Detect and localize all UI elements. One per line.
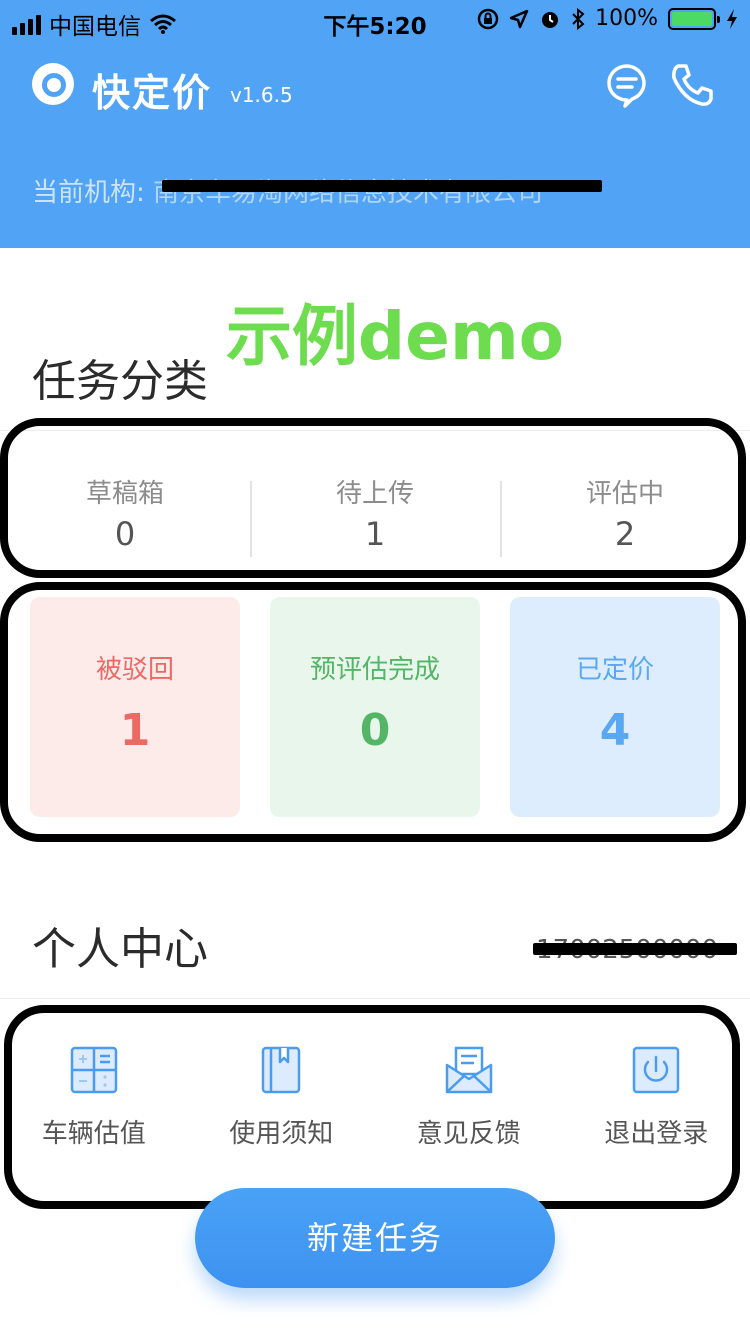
section-title-tasks: 任务分类 — [32, 356, 208, 407]
app-logo-icon — [32, 63, 74, 105]
power-icon — [633, 1046, 680, 1094]
card-value: 4 — [599, 705, 631, 756]
screen: 中国电信 下午5:20 100% 快定价 v1.6.5 当前机构: 南京车易淘网… — [0, 0, 750, 1334]
new-task-button[interactable]: 新建任务 — [195, 1188, 555, 1288]
calculator-icon — [70, 1046, 117, 1094]
menu-label: 使用须知 — [229, 1119, 334, 1149]
message-icon — [607, 64, 646, 108]
bluetooth-icon — [572, 7, 585, 30]
section-title-personal: 个人中心 — [32, 924, 208, 975]
phone-icon — [672, 64, 713, 106]
envelope-icon — [445, 1046, 492, 1094]
book-icon — [262, 1046, 301, 1094]
count-label: 评估中 — [585, 479, 664, 509]
org-redaction-bar — [162, 180, 602, 192]
personal-menu: 车辆估值 使用须知 意见反馈 退出登录 — [0, 1045, 750, 1165]
location-icon — [509, 9, 529, 28]
phone-redaction-bar — [533, 943, 737, 955]
app-bar: 快定价 v1.6.5 — [0, 50, 750, 130]
rotation-lock-icon — [477, 8, 499, 29]
count-pending-upload[interactable]: 待上传 1 — [250, 475, 500, 561]
card-value: 1 — [119, 705, 151, 756]
count-label: 待上传 — [335, 479, 414, 509]
card-value: 0 — [359, 705, 391, 756]
count-drafts[interactable]: 草稿箱 0 — [0, 475, 250, 561]
alarm-icon — [542, 11, 559, 28]
task-counts: 草稿箱 0 待上传 1 评估中 2 — [0, 475, 750, 561]
app-version: v1.6.5 — [230, 83, 293, 107]
app-title: 快定价 — [92, 71, 213, 115]
card-label: 被驳回 — [95, 655, 174, 685]
task-cards: 被驳回 1 预评估完成 0 已定价 4 — [30, 597, 720, 817]
menu-logout[interactable]: 退出登录 — [563, 1045, 750, 1165]
menu-usage-notes[interactable]: 使用须知 — [188, 1045, 376, 1165]
card-pre-evaluated[interactable]: 预评估完成 0 — [270, 597, 480, 817]
divider — [0, 998, 750, 999]
count-value: 1 — [364, 515, 386, 553]
menu-vehicle-valuation[interactable]: 车辆估值 — [0, 1045, 188, 1165]
battery-icon — [668, 7, 720, 30]
phone-button[interactable] — [669, 62, 715, 108]
count-value: 2 — [614, 515, 636, 553]
card-label: 已定价 — [575, 655, 654, 685]
org-label: 当前机构: — [32, 178, 145, 208]
menu-label: 车辆估值 — [41, 1119, 146, 1149]
charging-icon — [727, 8, 737, 29]
count-value: 0 — [114, 515, 136, 553]
menu-label: 意见反馈 — [416, 1119, 521, 1149]
card-priced[interactable]: 已定价 4 — [510, 597, 720, 817]
card-label: 预评估完成 — [309, 655, 440, 685]
header: 中国电信 下午5:20 100% 快定价 v1.6.5 当前机构: 南京车易淘网… — [0, 0, 750, 248]
count-label: 草稿箱 — [85, 479, 164, 509]
count-evaluating[interactable]: 评估中 2 — [500, 475, 750, 561]
battery-percent: 100% — [595, 6, 658, 31]
menu-label: 退出登录 — [604, 1119, 709, 1149]
card-rejected[interactable]: 被驳回 1 — [30, 597, 240, 817]
menu-feedback[interactable]: 意见反馈 — [375, 1045, 563, 1165]
message-button[interactable] — [604, 62, 650, 108]
status-bar: 中国电信 下午5:20 100% — [0, 0, 750, 42]
